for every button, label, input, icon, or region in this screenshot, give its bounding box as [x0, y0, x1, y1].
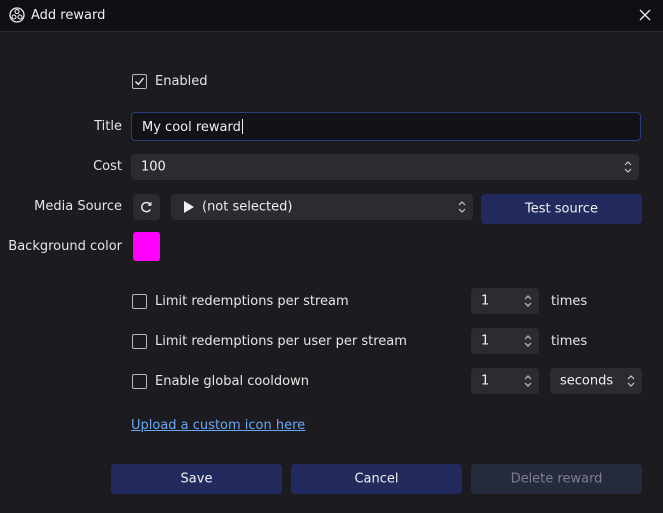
limit-spinbox[interactable]: 1: [471, 288, 539, 314]
limit-unit-label: times: [551, 294, 588, 309]
limit-value: 1: [481, 333, 490, 349]
delete-reward-button: Delete reward: [471, 464, 642, 494]
close-icon[interactable]: [636, 6, 654, 24]
limit-checkbox[interactable]: [132, 334, 147, 349]
limit-label: Enable global cooldown: [155, 374, 309, 389]
enabled-label: Enabled: [155, 74, 208, 89]
test-source-label: Test source: [525, 201, 598, 217]
media-source-select[interactable]: (not selected): [171, 194, 473, 220]
play-icon: [184, 201, 194, 213]
limit-checkbox[interactable]: [132, 294, 147, 309]
save-button-label: Save: [180, 471, 213, 487]
limit-value: 1: [481, 293, 490, 309]
media-source-value: (not selected): [202, 199, 293, 215]
text-caret: [241, 118, 243, 134]
background-color-swatch[interactable]: [133, 232, 160, 261]
title-input-value: My cool reward: [142, 119, 241, 135]
obs-logo-icon: [9, 7, 25, 23]
refresh-icon: [141, 201, 152, 213]
limit-label: Limit redemptions per stream: [155, 294, 349, 309]
cooldown-unit-value: seconds: [560, 373, 614, 389]
refresh-button[interactable]: [133, 194, 160, 220]
spin-arrows-icon[interactable]: [523, 333, 533, 349]
limit-checkbox[interactable]: [132, 374, 147, 389]
upload-icon-link[interactable]: Upload a custom icon here: [131, 418, 305, 433]
cost-value: 100: [141, 159, 166, 175]
window-title: Add reward: [31, 8, 106, 23]
dropdown-arrows-icon: [627, 375, 635, 387]
title-label: Title: [94, 119, 122, 134]
cancel-button[interactable]: Cancel: [291, 464, 462, 494]
dropdown-arrows-icon: [458, 201, 466, 213]
save-button[interactable]: Save: [111, 464, 282, 494]
title-bar: Add reward: [0, 0, 663, 32]
limit-label: Limit redemptions per user per stream: [155, 334, 407, 349]
cancel-button-label: Cancel: [354, 471, 399, 487]
title-input[interactable]: My cool reward: [131, 112, 641, 141]
cost-label: Cost: [93, 159, 122, 174]
spin-arrows-icon[interactable]: [523, 293, 533, 309]
checkmark-icon: [135, 77, 145, 86]
limit-spinbox[interactable]: 1: [471, 368, 539, 394]
spin-arrows-icon[interactable]: [623, 159, 633, 175]
delete-reward-button-label: Delete reward: [510, 471, 603, 487]
test-source-button[interactable]: Test source: [481, 194, 642, 224]
limit-value: 1: [481, 373, 490, 389]
media-source-label: Media Source: [34, 199, 122, 214]
cooldown-unit-select[interactable]: seconds: [550, 368, 642, 394]
spin-arrows-icon[interactable]: [523, 373, 533, 389]
limit-spinbox[interactable]: 1: [471, 328, 539, 354]
limit-unit-label: times: [551, 334, 588, 349]
cost-spinbox[interactable]: 100: [131, 154, 639, 180]
enabled-checkbox[interactable]: [132, 74, 147, 89]
background-color-label: Background color: [8, 239, 122, 254]
